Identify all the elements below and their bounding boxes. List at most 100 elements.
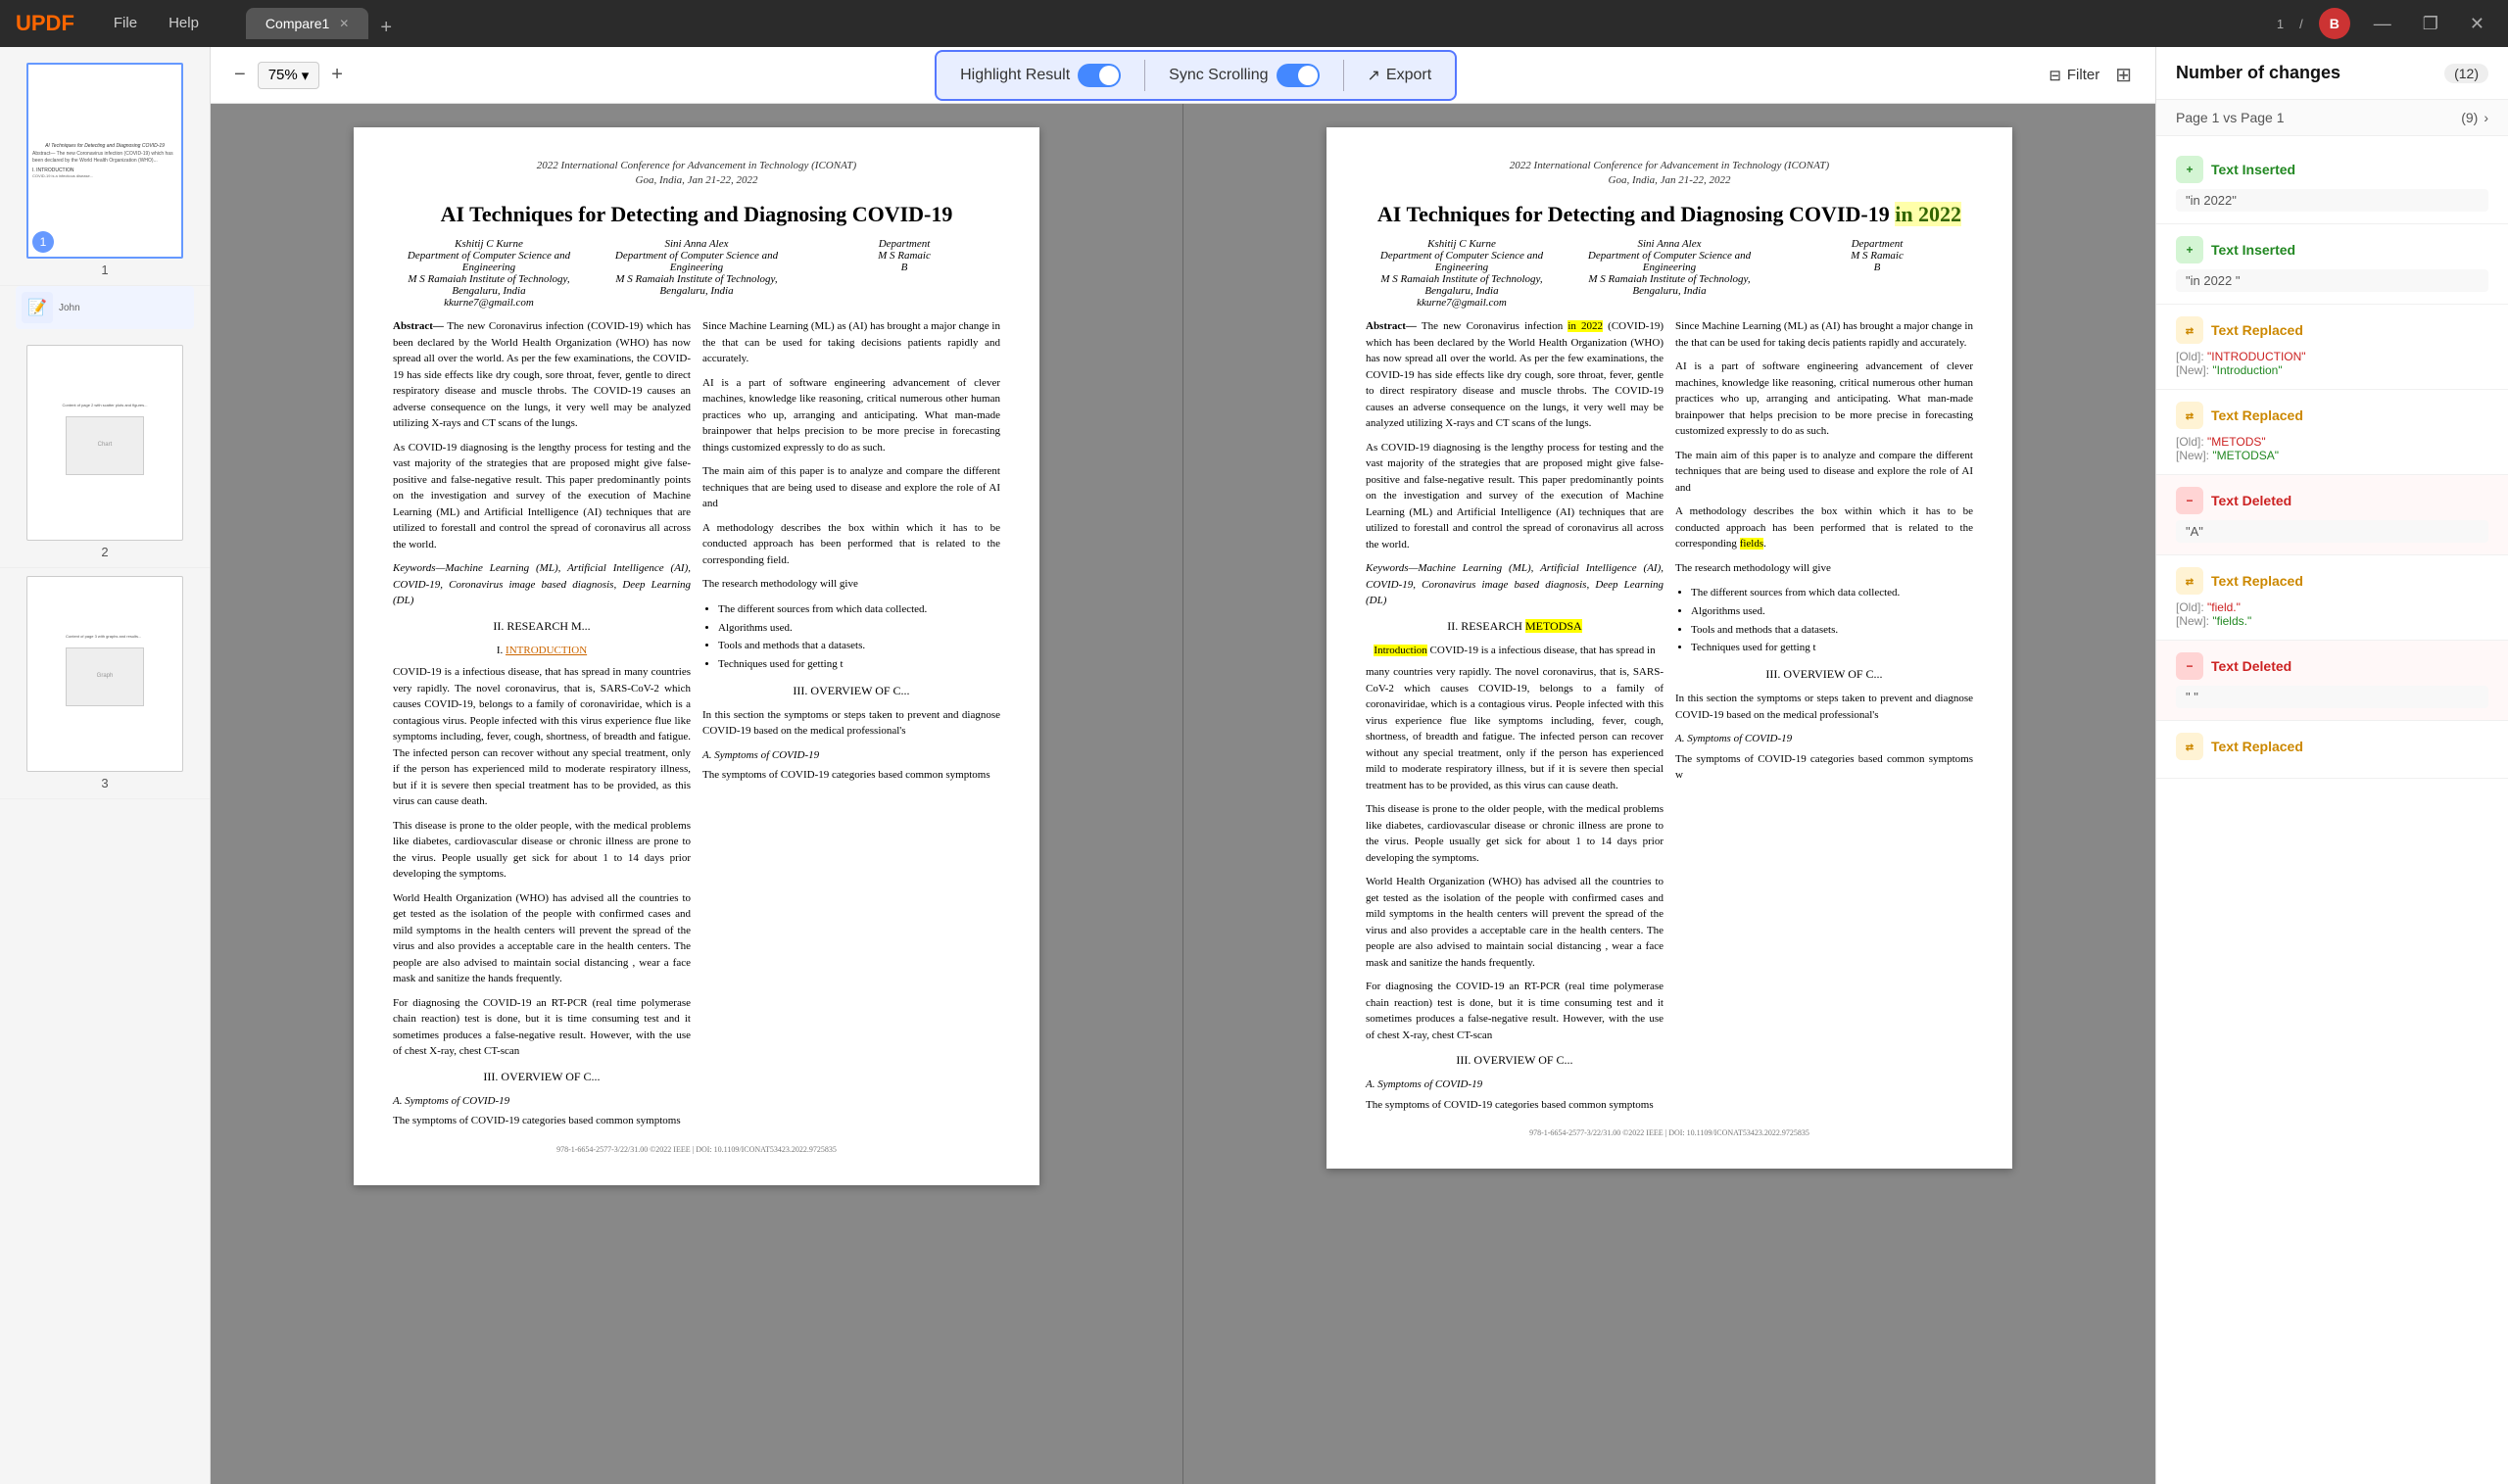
pdf-panel-right[interactable]: 2022 International Conference for Advanc…	[1183, 104, 2155, 1484]
change-item-2[interactable]: + Text Inserted "in 2022 "	[2156, 224, 2508, 305]
tab-compare1[interactable]: Compare1 ✕	[246, 8, 368, 39]
thumbnail-sidebar: AI Techniques for Detecting and Diagnosi…	[0, 47, 211, 1484]
thumbnail-item-2[interactable]: Content of page 2 with scatter plots and…	[0, 337, 210, 568]
change-item-1[interactable]: + Text Inserted "in 2022"	[2156, 144, 2508, 224]
thumbnail-item-3[interactable]: Content of page 3 with graphs and result…	[0, 568, 210, 799]
change-type-label-8: Text Replaced	[2211, 739, 2303, 754]
thumbnail-page-3: Content of page 3 with graphs and result…	[26, 576, 183, 772]
change-item-4[interactable]: ⇄ Text Replaced [Old]: "METODS" [New]: "…	[2156, 390, 2508, 475]
tab-add-button[interactable]: +	[372, 17, 400, 39]
toolbar-left: − 75% ▾ +	[234, 62, 343, 89]
page-badge-1: 1	[32, 231, 54, 253]
avatar[interactable]: B	[2319, 8, 2350, 39]
zoom-value: 75%	[268, 67, 298, 83]
intro-heading-left: INTRODUCTION	[506, 645, 587, 656]
change-type-label-2: Text Inserted	[2211, 242, 2295, 258]
pdf-header-left: 2022 International Conference for Advanc…	[393, 159, 1000, 189]
minimize-button[interactable]: —	[2366, 14, 2399, 34]
change-value-1: "in 2022"	[2176, 189, 2488, 212]
change-type-label-1: Text Inserted	[2211, 162, 2295, 177]
toolbar-center: Highlight Result Sync Scrolling ↗ Export	[935, 50, 1457, 101]
sync-scrolling-toggle: Sync Scrolling	[1169, 64, 1319, 87]
maximize-button[interactable]: ❐	[2415, 14, 2446, 34]
change-type-label-5: Text Deleted	[2211, 493, 2291, 508]
changes-count-badge: (12)	[2444, 64, 2488, 83]
page-compare-chevron-icon: ›	[2484, 110, 2488, 125]
export-icon: ↗	[1368, 66, 1380, 85]
svg-text:⇄: ⇄	[2186, 326, 2194, 337]
thumbnail-page-2: Content of page 2 with scatter plots and…	[26, 345, 183, 541]
window-number: 1	[2277, 17, 2284, 31]
filter-icon: ⊟	[2049, 67, 2061, 84]
export-button[interactable]: ↗ Export	[1368, 66, 1432, 85]
sync-scrolling-switch[interactable]	[1277, 64, 1320, 87]
close-button[interactable]: ✕	[2462, 14, 2492, 34]
pdf-two-col-right: Abstract— The new Coronavirus infection …	[1366, 318, 1973, 1121]
deleted-icon-7: −	[2176, 652, 2203, 680]
doi-right: 978-1-6654-2577-3/22/31.00 ©2022 IEEE | …	[1366, 1128, 1973, 1137]
deleted-icon-5: −	[2176, 487, 2203, 514]
content-area: − 75% ▾ + Highlight Result Sync Scrollin…	[211, 47, 2155, 1484]
replaced-icon-6: ⇄	[2176, 567, 2203, 595]
thumbnail-num-1: 1	[101, 263, 108, 277]
svg-text:+: +	[2186, 243, 2193, 257]
pdf-page-left: 2022 International Conference for Advanc…	[354, 127, 1039, 1185]
highlight-result-switch[interactable]	[1078, 64, 1121, 87]
layout-button[interactable]: ⊞	[2115, 63, 2132, 87]
changes-title: Number of changes	[2176, 63, 2340, 83]
change-old-new-3: [Old]: "INTRODUCTION"	[2176, 350, 2488, 363]
thumbnail-num-3: 3	[101, 776, 108, 790]
pdf-panel-left[interactable]: 2022 International Conference for Advanc…	[211, 104, 1183, 1484]
window-num-separator: /	[2299, 17, 2303, 31]
filter-button[interactable]: ⊟ Filter	[2049, 67, 2099, 84]
zoom-out-button[interactable]: −	[234, 64, 246, 86]
replaced-icon-3: ⇄	[2176, 316, 2203, 344]
inserted-icon-1: +	[2176, 156, 2203, 183]
highlight-result-label: Highlight Result	[960, 67, 1070, 84]
tab-close-icon[interactable]: ✕	[339, 17, 349, 30]
svg-text:−: −	[2186, 494, 2193, 507]
titlebar: UPDF File Help Compare1 ✕ + 1 / B — ❐ ✕	[0, 0, 2508, 47]
tab-area: Compare1 ✕ +	[246, 8, 2277, 39]
toggle-divider-2	[1343, 60, 1344, 91]
pdf-title-right: AI Techniques for Detecting and Diagnosi…	[1366, 201, 1973, 229]
page-compare-count[interactable]: (9) ›	[2461, 110, 2488, 125]
svg-text:⇄: ⇄	[2186, 411, 2194, 422]
change-value-5: "A"	[2176, 520, 2488, 543]
change-type-label-4: Text Replaced	[2211, 407, 2303, 423]
changes-subheader[interactable]: Page 1 vs Page 1 (9) ›	[2156, 100, 2508, 136]
pdf-authors-left: Kshitij C Kurne Department of Computer S…	[393, 238, 1000, 309]
export-label: Export	[1386, 67, 1431, 84]
toggle-divider	[1144, 60, 1145, 91]
menu-help[interactable]: Help	[153, 0, 215, 47]
section2-heading-left: II. RESEARCH M...	[393, 617, 691, 635]
inserted-icon-2: +	[2176, 236, 2203, 263]
svg-text:⇄: ⇄	[2186, 742, 2194, 753]
change-item-6[interactable]: ⇄ Text Replaced [Old]: "field." [New]: "…	[2156, 555, 2508, 641]
change-old-new-4: [Old]: "METODS"	[2176, 435, 2488, 449]
change-type-label-6: Text Replaced	[2211, 573, 2303, 589]
annotation-item[interactable]: 📝 John	[16, 286, 194, 329]
change-item-3[interactable]: ⇄ Text Replaced [Old]: "INTRODUCTION" [N…	[2156, 305, 2508, 390]
zoom-selector[interactable]: 75% ▾	[258, 62, 320, 89]
menu-bar: File Help	[98, 0, 215, 47]
section3-heading-left: III. OVERVIEW OF C...	[393, 1068, 691, 1085]
change-item-7[interactable]: − Text Deleted " "	[2156, 641, 2508, 721]
change-old-new-6: [Old]: "field."	[2176, 600, 2488, 614]
change-item-5[interactable]: − Text Deleted "A"	[2156, 475, 2508, 555]
pdf-two-col-left: Abstract— The new Coronavirus infection …	[393, 318, 1000, 1137]
app-logo: UPDF	[16, 11, 74, 36]
menu-file[interactable]: File	[98, 0, 153, 47]
change-item-8[interactable]: ⇄ Text Replaced	[2156, 721, 2508, 779]
replaced-icon-4: ⇄	[2176, 402, 2203, 429]
thumbnail-item-1[interactable]: AI Techniques for Detecting and Diagnosi…	[0, 55, 210, 286]
highlight-fields: fields	[1740, 538, 1763, 550]
change-value-2: "in 2022 "	[2176, 269, 2488, 292]
pdf-page-right: 2022 International Conference for Advanc…	[1326, 127, 2012, 1169]
filter-label: Filter	[2067, 67, 2099, 83]
change-new-3: [New]: "Introduction"	[2176, 363, 2488, 377]
annotation-label: John	[59, 303, 80, 313]
change-type-label-7: Text Deleted	[2211, 658, 2291, 674]
doi-left: 978-1-6654-2577-3/22/31.00 ©2022 IEEE | …	[393, 1145, 1000, 1154]
zoom-in-button[interactable]: +	[331, 64, 343, 86]
